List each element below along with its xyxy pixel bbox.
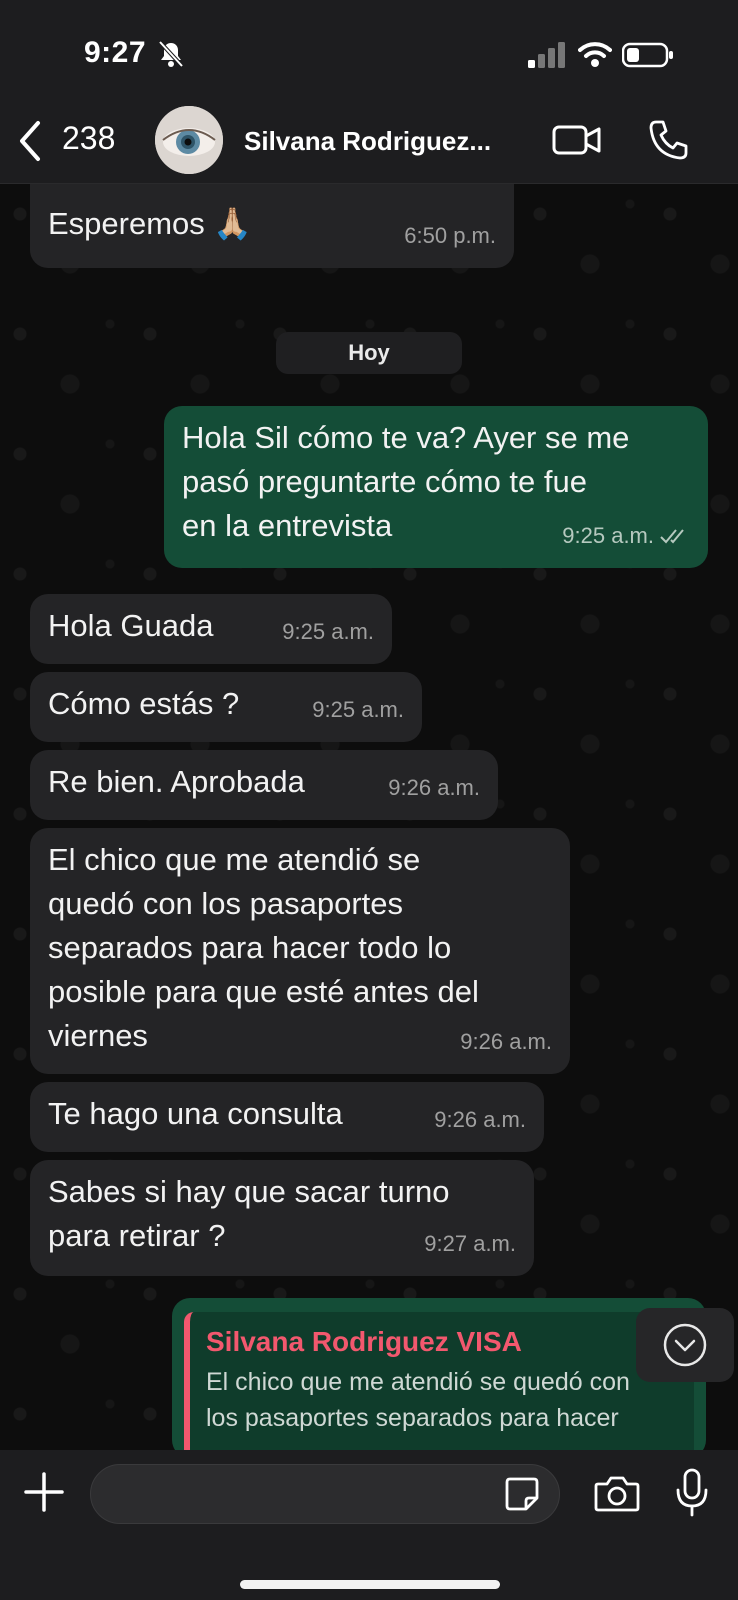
signal-icon xyxy=(528,42,565,68)
camera-icon[interactable] xyxy=(594,1474,640,1514)
voice-call-icon[interactable] xyxy=(648,118,688,160)
back-unread-count[interactable]: 238 xyxy=(62,120,115,157)
message-bubble-incoming[interactable]: Sabes si hay que sacar turno para retira… xyxy=(30,1160,534,1276)
message-bubble-incoming[interactable]: El chico que me atendió se quedó con los… xyxy=(30,828,570,1074)
message-time-text: 9:26 a.m. xyxy=(460,1029,552,1054)
input-bar xyxy=(0,1450,738,1600)
message-time-text: 9:26 a.m. xyxy=(434,1107,526,1132)
home-indicator xyxy=(240,1580,500,1589)
plus-icon[interactable] xyxy=(24,1472,64,1512)
contact-name[interactable]: Silvana Rodriguez... xyxy=(244,126,534,157)
message-bubble-outgoing[interactable]: Hola Sil cómo te va? Ayer se me pasó pre… xyxy=(164,406,708,568)
video-call-icon[interactable] xyxy=(552,122,602,158)
message-time: 6:50 p.m. xyxy=(404,214,496,258)
message-time: 9:25 a.m. xyxy=(562,514,690,558)
message-time: 9:26 a.m. xyxy=(460,1020,552,1064)
message-bubble-incoming[interactable]: Cómo estás ? 9:25 a.m. xyxy=(30,672,422,742)
quoted-author: Silvana Rodriguez VISA xyxy=(206,1326,522,1357)
date-divider: Hoy xyxy=(276,332,462,374)
chevron-down-icon xyxy=(663,1323,707,1367)
message-bubble-incoming[interactable]: Te hago una consulta 9:26 a.m. xyxy=(30,1082,544,1152)
scroll-to-bottom-button[interactable] xyxy=(636,1308,734,1382)
message-time-text: 9:25 a.m. xyxy=(282,619,374,644)
quoted-message[interactable]: Silvana Rodriguez VISA El chico que me a… xyxy=(184,1312,694,1450)
status-bar: 9:27 xyxy=(0,0,738,100)
eye-avatar-icon xyxy=(155,106,223,174)
message-time-text: 9:25 a.m. xyxy=(312,697,404,722)
quoted-snippet: El chico que me atendió se quedó con los… xyxy=(206,1368,630,1432)
chat-area[interactable]: Esperemos 🙏🏼 6:50 p.m. Hoy Hola Sil cómo… xyxy=(0,184,738,1450)
message-time: 9:25 a.m. xyxy=(312,688,404,732)
battery-icon xyxy=(622,42,673,68)
double-check-read-icon xyxy=(660,529,684,544)
message-bubble-incoming[interactable]: Re bien. Aprobada 9:26 a.m. xyxy=(30,750,498,820)
contact-avatar[interactable] xyxy=(155,106,223,174)
sticker-icon[interactable] xyxy=(504,1476,540,1512)
message-time: 9:26 a.m. xyxy=(434,1098,526,1142)
message-time-text: 9:27 a.m. xyxy=(424,1231,516,1256)
wifi-icon xyxy=(578,42,612,67)
message-bubble-outgoing-reply[interactable]: Silvana Rodriguez VISA El chico que me a… xyxy=(172,1298,706,1450)
message-time: 9:26 a.m. xyxy=(388,766,480,810)
status-time: 9:27 xyxy=(84,36,147,69)
bell-muted-icon xyxy=(158,40,184,68)
message-input[interactable] xyxy=(90,1464,560,1524)
message-bubble-incoming[interactable]: Esperemos 🙏🏼 6:50 p.m. xyxy=(30,184,514,268)
microphone-icon[interactable] xyxy=(674,1468,710,1518)
message-time-text: 6:50 p.m. xyxy=(404,223,496,248)
chat-header: 238 Silvana Rodriguez... xyxy=(0,100,738,184)
message-time-text: 9:26 a.m. xyxy=(388,775,480,800)
message-time-text: 9:25 a.m. xyxy=(562,523,654,548)
message-time: 9:25 a.m. xyxy=(282,610,374,654)
message-time: 9:27 a.m. xyxy=(424,1222,516,1266)
back-chevron-icon[interactable] xyxy=(16,119,44,163)
message-bubble-incoming[interactable]: Hola Guada 9:25 a.m. xyxy=(30,594,392,664)
